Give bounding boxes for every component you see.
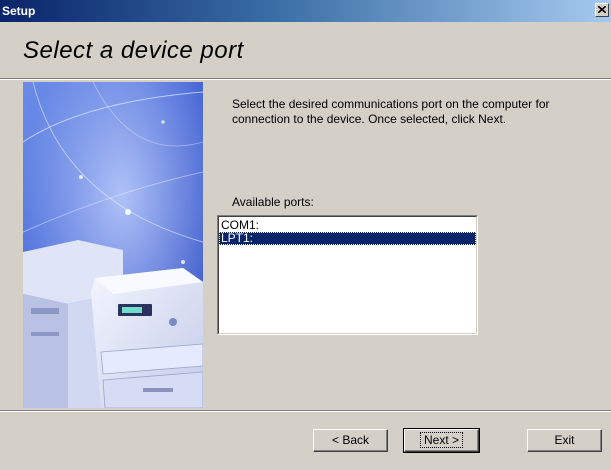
- port-item-com1[interactable]: COM1:: [219, 219, 476, 232]
- header-divider: [0, 78, 611, 80]
- printer-illustration: [23, 82, 203, 408]
- footer-divider: [0, 410, 611, 412]
- back-button-label: < Back: [331, 433, 370, 447]
- window-title: Setup: [2, 4, 36, 18]
- next-button-label: Next >: [419, 432, 463, 448]
- ports-listbox[interactable]: COM1: LPT1:: [217, 215, 478, 335]
- instructions-text: Select the desired communications port o…: [232, 97, 550, 126]
- close-button[interactable]: [595, 3, 609, 17]
- back-button[interactable]: < Back: [313, 429, 388, 452]
- page-title: Select a device port: [23, 37, 244, 64]
- exit-button-label: Exit: [554, 433, 575, 447]
- exit-button[interactable]: Exit: [527, 429, 602, 452]
- available-ports-label: Available ports:: [232, 195, 314, 209]
- close-icon: [598, 6, 606, 13]
- port-item-lpt1[interactable]: LPT1:: [219, 232, 476, 245]
- title-bar: Setup: [0, 0, 611, 22]
- next-button[interactable]: Next >: [403, 428, 480, 453]
